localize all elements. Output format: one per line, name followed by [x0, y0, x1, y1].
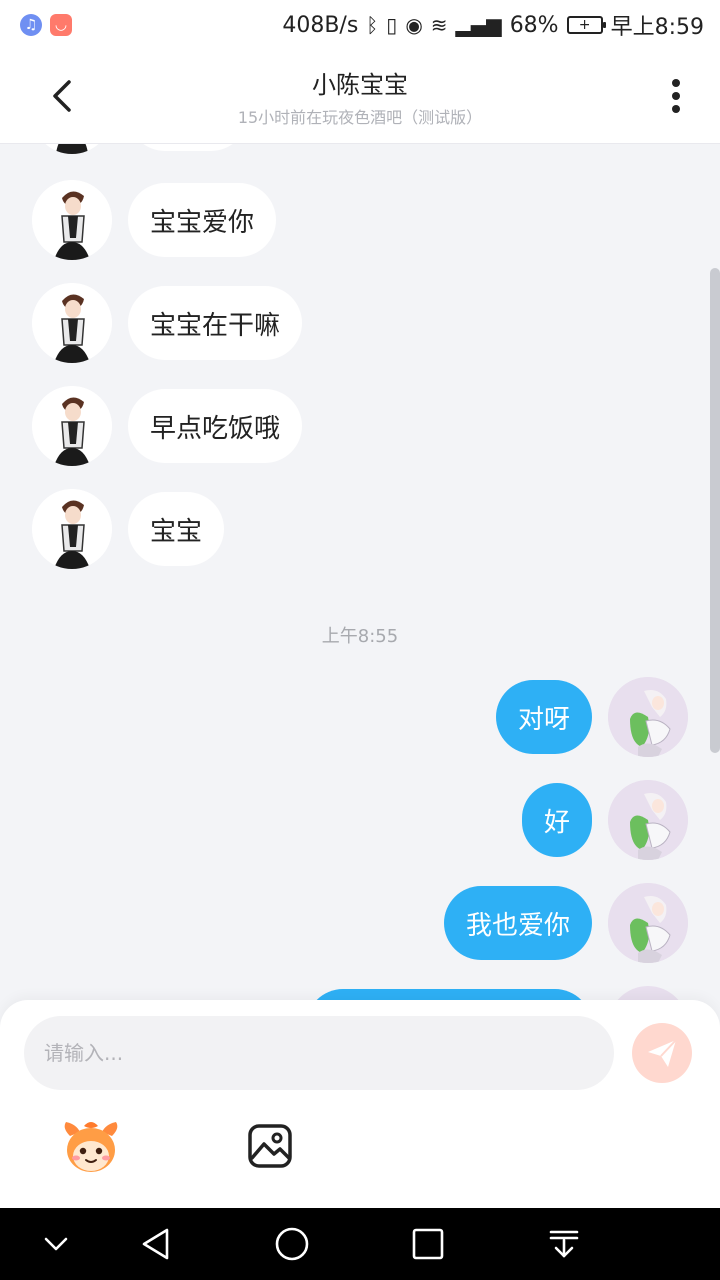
chat-header: 小陈宝宝 15小时前在玩夜色酒吧（测试版）	[0, 50, 720, 144]
network-speed: 408B/s	[282, 12, 359, 38]
girl-avatar-icon	[608, 780, 688, 860]
header-titles: 小陈宝宝 15小时前在玩夜色酒吧（测试版）	[238, 65, 482, 128]
status-notifications: ♫ ◡	[20, 14, 72, 36]
contact-avatar[interactable]	[32, 489, 112, 569]
message-bubble-partial	[128, 144, 248, 151]
eye-icon: ◉	[405, 13, 423, 37]
message-row-incoming: 早点吃饭哦	[0, 386, 720, 466]
back-button[interactable]	[40, 74, 84, 118]
image-button[interactable]	[246, 1122, 294, 1170]
wifi-icon: ≋	[430, 13, 448, 37]
status-indicators: 408B/s ᛒ ▯ ◉ ≋ ▂▄▆ 68% + 早上8:59	[282, 9, 704, 41]
boy-avatar-icon	[32, 489, 112, 569]
paper-plane-icon	[648, 1039, 677, 1067]
image-icon	[248, 1124, 292, 1168]
outgoing-message-bubble[interactable]: 对呀	[495, 680, 592, 754]
user-avatar[interactable]	[608, 883, 688, 963]
triangle-back-icon	[142, 1228, 169, 1260]
boy-avatar-icon	[32, 283, 112, 363]
message-row-outgoing: 对呀	[0, 677, 720, 757]
user-avatar[interactable]	[608, 677, 688, 757]
more-button[interactable]	[664, 74, 688, 118]
incoming-message-bubble[interactable]: 早点吃饭哦	[128, 389, 303, 463]
chevron-down-icon	[44, 1237, 68, 1251]
message-timestamp: 上午8:55	[321, 626, 399, 647]
message-row-outgoing: 好	[0, 780, 720, 860]
message-input[interactable]	[24, 1016, 614, 1090]
emoji-mascot-icon	[64, 1122, 118, 1172]
contact-avatar[interactable]	[32, 283, 112, 363]
contact-avatar[interactable]	[32, 180, 112, 260]
send-button[interactable]	[632, 1023, 692, 1083]
nav-notification-button[interactable]	[546, 1226, 582, 1262]
bluetooth-icon: ᛒ	[366, 13, 379, 37]
signal-icon: ▂▄▆	[455, 13, 502, 37]
incoming-message-bubble[interactable]: 宝宝在干嘛	[128, 286, 303, 360]
battery-percent: 68%	[509, 12, 559, 38]
shopping-app-icon: ◡	[50, 14, 72, 36]
status-bar: ♫ ◡ 408B/s ᛒ ▯ ◉ ≋ ▂▄▆ 68% + 早上8:59	[0, 0, 720, 50]
chevron-left-icon	[53, 80, 71, 112]
message-bubble-partial	[306, 989, 592, 1000]
boy-avatar-icon	[45, 144, 99, 154]
user-avatar	[608, 986, 688, 1000]
nav-hide-button[interactable]	[38, 1226, 74, 1262]
nav-home-button[interactable]	[274, 1226, 310, 1262]
nav-back-button[interactable]	[138, 1226, 174, 1262]
emoji-button[interactable]	[60, 1118, 122, 1176]
girl-avatar-icon	[608, 883, 688, 963]
circle-home-icon	[275, 1227, 309, 1261]
incoming-message-bubble[interactable]: 宝宝	[128, 492, 225, 566]
contact-avatar[interactable]	[32, 144, 112, 154]
chat-subtitle: 15小时前在玩夜色酒吧（测试版）	[237, 108, 483, 127]
input-panel	[0, 1000, 720, 1208]
contact-avatar[interactable]	[32, 386, 112, 466]
clock: 早上8:59	[610, 15, 704, 40]
chat-title: 小陈宝宝	[312, 71, 408, 99]
battery-icon: +	[566, 16, 606, 34]
pull-down-icon	[549, 1230, 579, 1258]
vibrate-icon: ▯	[386, 13, 398, 37]
girl-avatar-icon	[608, 677, 688, 757]
message-row-incoming: 宝宝在干嘛	[0, 283, 720, 363]
message-row-partial	[0, 986, 720, 1000]
system-nav-bar	[0, 1208, 720, 1280]
boy-avatar-icon	[32, 386, 112, 466]
outgoing-message-bubble[interactable]: 好	[521, 783, 592, 857]
square-recents-icon	[412, 1228, 444, 1260]
more-vertical-icon	[672, 79, 680, 113]
incoming-message-bubble[interactable]: 宝宝爱你	[128, 183, 277, 257]
scrollbar[interactable]	[710, 268, 720, 753]
user-avatar[interactable]	[608, 780, 688, 860]
boy-avatar-icon	[32, 180, 112, 260]
message-row-outgoing: 我也爱你	[0, 883, 720, 963]
message-row-partial	[0, 144, 720, 154]
message-list[interactable]: 宝宝爱你 宝宝在干嘛 早点吃饭哦 宝宝 上午8:55 对呀 好 我也爱你	[0, 144, 720, 1000]
music-app-icon: ♫	[20, 14, 42, 36]
message-row-incoming: 宝宝	[0, 489, 720, 569]
message-row-incoming: 宝宝爱你	[0, 180, 720, 260]
nav-recents-button[interactable]	[410, 1226, 446, 1262]
outgoing-message-bubble[interactable]: 我也爱你	[443, 886, 592, 960]
